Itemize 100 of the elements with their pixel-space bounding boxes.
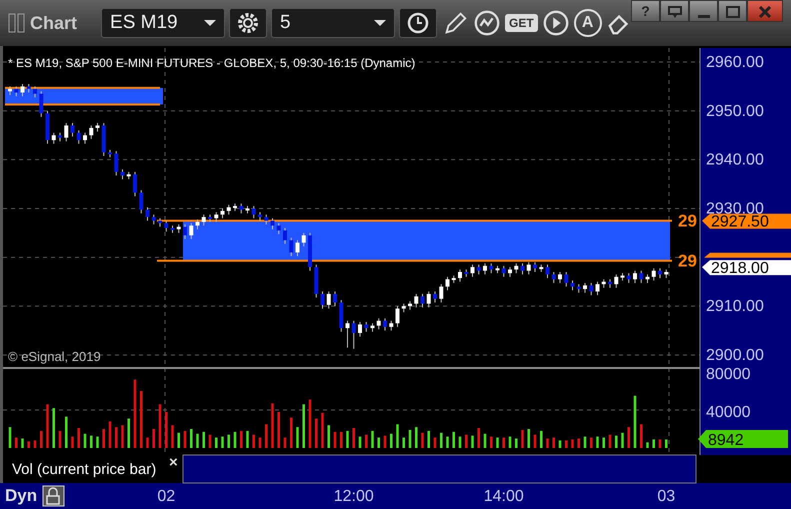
- bar: [308, 400, 312, 448]
- price-axis-label: 2950.00: [706, 102, 764, 120]
- price-tag-text: 2918.00: [711, 260, 769, 278]
- bar: [352, 428, 355, 448]
- candlestick: [76, 130, 81, 144]
- clock-icon: [406, 11, 430, 35]
- bar: [208, 434, 212, 448]
- bar: [252, 434, 255, 448]
- bar: [315, 418, 318, 448]
- bar: [458, 436, 462, 448]
- bar: [40, 430, 42, 448]
- copyright-text: © eSignal, 2019: [8, 349, 101, 364]
- candlestick: [589, 282, 594, 296]
- candlestick: [276, 222, 281, 235]
- bar: [408, 430, 412, 448]
- bar: [471, 436, 474, 448]
- candlestick: [164, 220, 168, 232]
- bar: [84, 434, 86, 448]
- time-axis-label: 14:00: [484, 488, 524, 505]
- price-tag-text: 2927.50: [711, 214, 769, 231]
- candlestick: [383, 318, 387, 332]
- bar: [490, 436, 492, 448]
- get-data-button[interactable]: GET: [505, 14, 538, 32]
- time-axis-label: 12:00: [334, 488, 374, 505]
- bar: [665, 440, 668, 448]
- interval-dropdown[interactable]: 5: [271, 8, 396, 38]
- volume-tag-text: 8942: [708, 432, 744, 449]
- bar: [484, 434, 486, 448]
- candlestick: [470, 264, 474, 278]
- bar: [428, 430, 430, 448]
- bar: [90, 436, 92, 448]
- candlestick: [396, 306, 400, 328]
- candlestick: [133, 171, 137, 197]
- candlestick: [352, 320, 356, 350]
- dock-button[interactable]: [660, 0, 689, 22]
- bar: [446, 436, 449, 448]
- bar: [646, 442, 649, 448]
- bar: [552, 438, 555, 448]
- settings-button[interactable]: [229, 8, 268, 38]
- candlestick: [433, 290, 437, 303]
- candlestick: [214, 212, 218, 222]
- bar: [578, 438, 580, 448]
- time-axis-label: 02: [157, 488, 176, 505]
- bar: [378, 438, 380, 448]
- candlestick: [220, 208, 224, 219]
- candlestick: [196, 218, 200, 230]
- chart-header: * ES M19, S&P 500 E-MINI FUTURES - GLOBEX, 5, 09:30-16:15 (Dynamic): [8, 56, 416, 70]
- scale-mode-button[interactable]: Dyn: [5, 486, 38, 505]
- bar: [640, 424, 642, 448]
- minimize-button[interactable]: [689, 0, 718, 22]
- candlestick: [270, 218, 274, 230]
- close-button[interactable]: [747, 0, 783, 22]
- bar: [528, 429, 530, 448]
- bar: [396, 424, 399, 448]
- bar: [496, 438, 499, 448]
- bar: [358, 436, 362, 448]
- bar: [278, 412, 280, 448]
- window-title: Chart: [30, 12, 78, 34]
- candlestick: [64, 122, 68, 142]
- candlestick: [226, 204, 231, 216]
- bar: [502, 438, 505, 448]
- candlestick: [614, 274, 618, 288]
- zone-price-label: 29: [678, 252, 697, 271]
- candlestick: [120, 168, 124, 180]
- bar: [440, 432, 442, 448]
- candlestick: [420, 293, 424, 308]
- volume-axis-label: 40000: [706, 404, 750, 421]
- candlestick: [508, 266, 512, 278]
- candlestick: [476, 264, 481, 275]
- bar: [271, 403, 274, 448]
- candlestick: [583, 282, 587, 294]
- bar: [571, 439, 574, 448]
- bar: [115, 427, 118, 448]
- play-icon[interactable]: [542, 9, 570, 37]
- close-legend-button[interactable]: ×: [169, 454, 178, 471]
- text-tool-button[interactable]: A: [574, 9, 602, 37]
- bar: [184, 430, 186, 448]
- candlestick: [358, 322, 362, 338]
- bar: [65, 416, 68, 448]
- candlestick: [302, 232, 306, 247]
- clock-button[interactable]: [399, 8, 438, 38]
- bar: [334, 432, 336, 448]
- lock-icon[interactable]: [42, 486, 64, 506]
- bar: [340, 432, 342, 448]
- candlestick: [83, 132, 87, 144]
- candlestick: [426, 290, 431, 308]
- bar: [515, 438, 518, 448]
- candlestick: [264, 214, 268, 225]
- candlestick: [14, 86, 18, 97]
- bar: [540, 430, 542, 448]
- candlestick: [70, 122, 74, 137]
- bar: [371, 430, 374, 448]
- candlestick: [152, 214, 156, 225]
- maximize-button[interactable]: [718, 0, 747, 22]
- bar: [290, 418, 292, 448]
- help-button[interactable]: ?: [631, 0, 660, 22]
- bar: [190, 429, 192, 448]
- symbol-dropdown[interactable]: ES M19: [101, 8, 226, 38]
- candlestick: [558, 271, 562, 284]
- candlestick: [89, 124, 94, 140]
